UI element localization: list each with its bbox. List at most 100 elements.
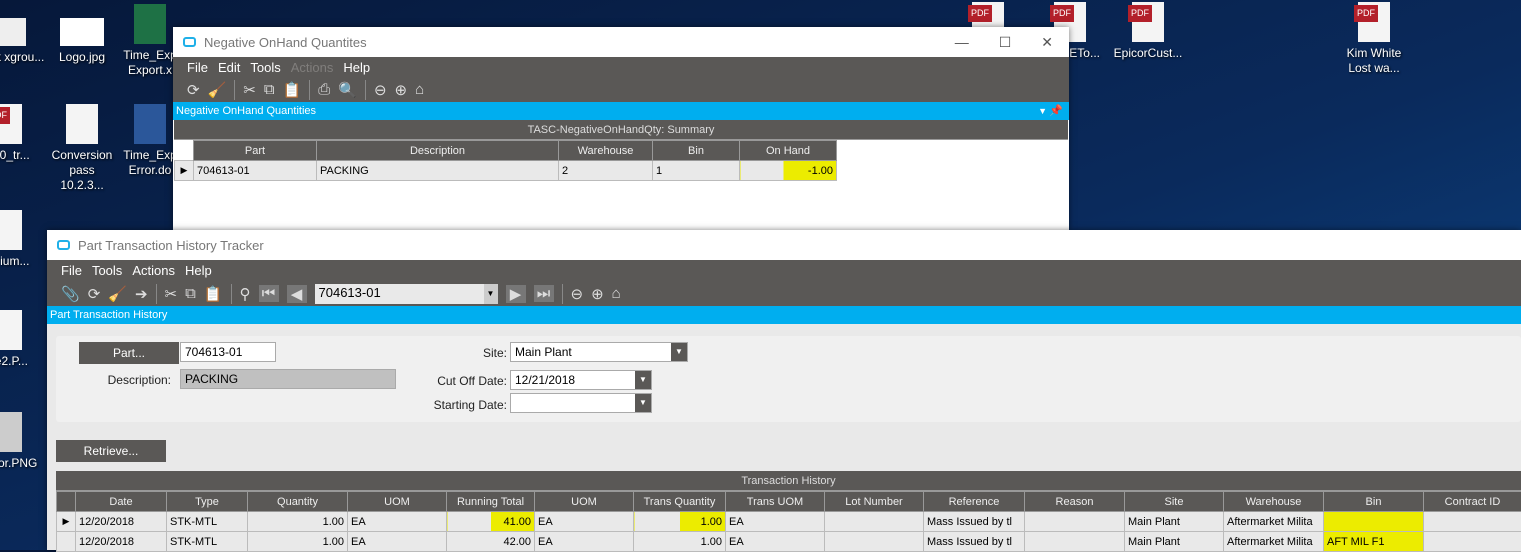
- desktop-icon[interactable]: Logo.jpg: [46, 18, 118, 65]
- refresh-icon[interactable]: ⟳: [88, 285, 101, 303]
- paste-icon[interactable]: 📋: [283, 81, 302, 99]
- part-nav-select[interactable]: 704613-01▼: [315, 284, 498, 304]
- menu-file[interactable]: File: [187, 60, 208, 75]
- desktop-icon[interactable]: ure2.P...: [0, 310, 42, 369]
- next-record-icon[interactable]: ▶: [506, 285, 526, 303]
- close-icon[interactable]: ✕: [1041, 34, 1053, 51]
- desktop-icon[interactable]: Dark xgrou...: [0, 18, 46, 65]
- col-trans-uom[interactable]: Trans UOM: [726, 492, 825, 512]
- desktop-icon[interactable]: _Trium...: [0, 210, 42, 269]
- home-icon[interactable]: ⌂: [612, 285, 621, 302]
- desktop-icon[interactable]: Conversion pass 10.2.3...: [46, 104, 118, 193]
- go-icon[interactable]: ➔: [135, 285, 148, 303]
- col-contract-id[interactable]: Contract ID: [1424, 492, 1521, 512]
- col-uom[interactable]: UOM: [535, 492, 634, 512]
- cell-reason: [1025, 532, 1125, 552]
- row-selector-icon[interactable]: ▶: [175, 161, 194, 181]
- row-selector-icon[interactable]: ▶: [57, 512, 76, 532]
- col-date[interactable]: Date: [76, 492, 167, 512]
- row-selector-icon[interactable]: [57, 532, 76, 552]
- maximize-icon[interactable]: ☐: [999, 34, 1012, 51]
- transaction-grid: DateTypeQuantityUOMRunning TotalUOMTrans…: [56, 491, 1521, 552]
- chevron-down-icon[interactable]: ▼: [671, 343, 687, 361]
- menu-actions[interactable]: Actions: [132, 263, 175, 278]
- clear-icon[interactable]: 🧹: [208, 81, 227, 99]
- starting-date-picker[interactable]: ▼: [510, 393, 652, 413]
- app-icon: [183, 37, 196, 47]
- col-reference[interactable]: Reference: [924, 492, 1025, 512]
- calendar-dropdown-icon[interactable]: ▼: [635, 371, 651, 389]
- table-row[interactable]: ▶12/20/2018STK-MTL1.00EA41.00EA1.00EAMas…: [57, 512, 1521, 532]
- copy-icon[interactable]: ⧉: [264, 81, 275, 98]
- dropdown-icon[interactable]: ▼: [1038, 102, 1047, 120]
- first-record-icon[interactable]: ⏮: [259, 285, 279, 302]
- last-record-icon[interactable]: ⏭: [534, 285, 554, 302]
- col-lot-number[interactable]: Lot Number: [825, 492, 924, 512]
- col-warehouse[interactable]: Warehouse: [559, 141, 653, 161]
- col-type[interactable]: Type: [167, 492, 248, 512]
- print-preview-icon[interactable]: 🔍: [338, 81, 357, 99]
- cell-warehouse: 2: [559, 161, 653, 181]
- cell-contract-id: [1424, 512, 1521, 532]
- cell-lot-number: [825, 512, 924, 532]
- col-description[interactable]: Description: [317, 141, 559, 161]
- window-title: Negative OnHand Quantites: [204, 35, 367, 50]
- col-bin[interactable]: Bin: [1324, 492, 1424, 512]
- cell-trans-uom: EA: [726, 512, 825, 532]
- col-warehouse[interactable]: Warehouse: [1224, 492, 1324, 512]
- cutoff-date-picker[interactable]: 12/21/2018▼: [510, 370, 652, 390]
- col-trans-quantity[interactable]: Trans Quantity: [634, 492, 726, 512]
- desktop-icon[interactable]: Kim White Lost wa...: [1338, 2, 1410, 76]
- menu-help[interactable]: Help: [185, 263, 212, 278]
- copy-icon[interactable]: ⧉: [185, 285, 196, 302]
- header-spacer: [57, 492, 76, 512]
- desktop-icon[interactable]: 024 or.PNG: [0, 412, 42, 471]
- col-reason[interactable]: Reason: [1025, 492, 1125, 512]
- menu-file[interactable]: File: [61, 263, 82, 278]
- menu-help[interactable]: Help: [343, 60, 370, 75]
- panel-header: Part Transaction History: [47, 306, 1521, 324]
- col-uom[interactable]: UOM: [348, 492, 447, 512]
- refresh-icon[interactable]: ⟳: [187, 81, 200, 99]
- cell-type: STK-MTL: [167, 512, 248, 532]
- cut-icon[interactable]: ✂: [165, 285, 178, 303]
- calendar-dropdown-icon[interactable]: ▼: [635, 394, 651, 412]
- site-select[interactable]: Main Plant▼: [510, 342, 688, 362]
- forward-icon[interactable]: ⊕: [591, 285, 604, 303]
- clear-icon[interactable]: 🧹: [108, 285, 127, 303]
- cell-reference: Mass Issued by tl: [924, 512, 1025, 532]
- cut-icon[interactable]: ✂: [243, 81, 256, 99]
- pin-icon[interactable]: 📌: [1049, 102, 1063, 120]
- cell-uom: EA: [348, 512, 447, 532]
- print-icon[interactable]: ⎙: [318, 81, 330, 98]
- back-icon[interactable]: ⊖: [571, 285, 584, 303]
- col-quantity[interactable]: Quantity: [248, 492, 348, 512]
- prev-record-icon[interactable]: ◀: [287, 285, 307, 303]
- cell-bin: [1324, 512, 1424, 532]
- attach-icon[interactable]: 📎: [61, 285, 80, 303]
- col-site[interactable]: Site: [1125, 492, 1224, 512]
- home-icon[interactable]: ⌂: [415, 81, 424, 98]
- col-onhand[interactable]: On Hand: [740, 141, 837, 161]
- cell-onhand: -1.00: [740, 161, 837, 181]
- retrieve-button[interactable]: Retrieve...: [56, 440, 166, 462]
- part-input[interactable]: 704613-01: [180, 342, 276, 362]
- desktop-icon[interactable]: or10_tr...: [0, 104, 42, 163]
- col-bin[interactable]: Bin: [653, 141, 740, 161]
- minimize-icon[interactable]: —: [955, 34, 969, 51]
- col-part[interactable]: Part: [194, 141, 317, 161]
- table-row[interactable]: ▶ 704613-01 PACKING 2 1 -1.00: [175, 161, 837, 181]
- menu-tools[interactable]: Tools: [250, 60, 280, 75]
- part-button[interactable]: Part...: [79, 342, 179, 364]
- desktop-icon[interactable]: EpicorCust...: [1112, 2, 1184, 61]
- paste-icon[interactable]: 📋: [204, 285, 223, 303]
- menu-edit[interactable]: Edit: [218, 60, 240, 75]
- forward-icon[interactable]: ⊕: [395, 81, 408, 99]
- cell-lot-number: [825, 532, 924, 552]
- panel-title: Negative OnHand Quantities: [176, 105, 316, 117]
- table-row[interactable]: 12/20/2018STK-MTL1.00EA42.00EA1.00EAMass…: [57, 532, 1521, 552]
- back-icon[interactable]: ⊖: [374, 81, 387, 99]
- col-running-total[interactable]: Running Total: [447, 492, 535, 512]
- menu-tools[interactable]: Tools: [92, 263, 122, 278]
- search-icon[interactable]: ⚲: [240, 285, 251, 303]
